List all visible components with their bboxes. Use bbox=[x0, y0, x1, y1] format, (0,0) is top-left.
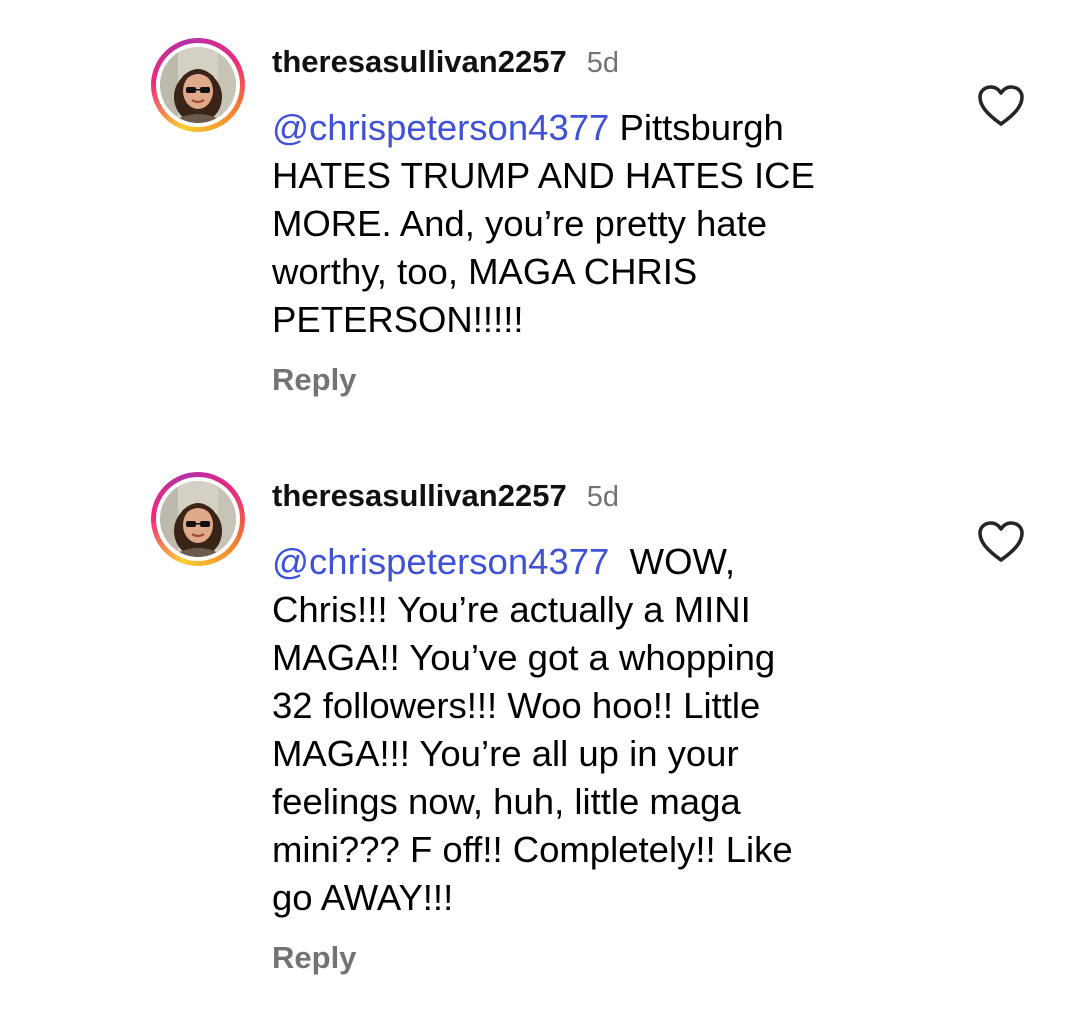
comment-line: go AWAY!!! bbox=[272, 877, 454, 918]
avatar[interactable] bbox=[151, 472, 245, 566]
username[interactable]: theresasullivan2257 bbox=[272, 44, 567, 80]
comment-line: worthy, too, MAGA CHRIS bbox=[272, 251, 698, 292]
username[interactable]: theresasullivan2257 bbox=[272, 478, 567, 514]
comment-line: Chris!!! You’re actually a MINI bbox=[272, 589, 751, 630]
avatar-photo bbox=[160, 481, 236, 557]
comment-line: MORE. And, you’re pretty hate bbox=[272, 203, 768, 244]
timestamp: 5d bbox=[586, 481, 619, 513]
comment-line: 32 followers!!! Woo hoo!! Little bbox=[272, 685, 761, 726]
comment-line: PETERSON!!!!! bbox=[272, 299, 524, 340]
heart-outline-icon[interactable] bbox=[977, 520, 1025, 564]
heart-outline-icon[interactable] bbox=[977, 84, 1025, 128]
comment-line: MAGA!! You’ve got a whopping bbox=[272, 637, 776, 678]
avatar-photo bbox=[160, 47, 236, 123]
comment-header: theresasullivan2257 5d bbox=[272, 44, 619, 84]
avatar[interactable] bbox=[151, 38, 245, 132]
comment-text: @chrispeterson4377 Pittsburgh HATES TRUM… bbox=[272, 104, 932, 344]
comment-line: MAGA!!! You’re all up in your bbox=[272, 733, 739, 774]
mention-link[interactable]: @chrispeterson4377 bbox=[272, 541, 609, 582]
comment-line: @chrispeterson4377 WOW, bbox=[272, 538, 932, 586]
reply-button[interactable]: Reply bbox=[272, 362, 356, 398]
comment-header: theresasullivan2257 5d bbox=[272, 478, 619, 518]
comment-line: @chrispeterson4377 Pittsburgh bbox=[272, 104, 932, 152]
mention-link[interactable]: @chrispeterson4377 bbox=[272, 107, 609, 148]
comment-line-text: Pittsburgh bbox=[609, 107, 784, 148]
comment-line: HATES TRUMP AND HATES ICE bbox=[272, 155, 815, 196]
comment-text: @chrispeterson4377 WOW, Chris!!! You’re … bbox=[272, 538, 932, 922]
reply-button[interactable]: Reply bbox=[272, 940, 356, 976]
comment-line-text: WOW, bbox=[609, 541, 736, 582]
comment-line: feelings now, huh, little maga bbox=[272, 781, 741, 822]
comment-line: mini??? F off!! Completely!! Like bbox=[272, 829, 793, 870]
timestamp: 5d bbox=[586, 47, 619, 79]
